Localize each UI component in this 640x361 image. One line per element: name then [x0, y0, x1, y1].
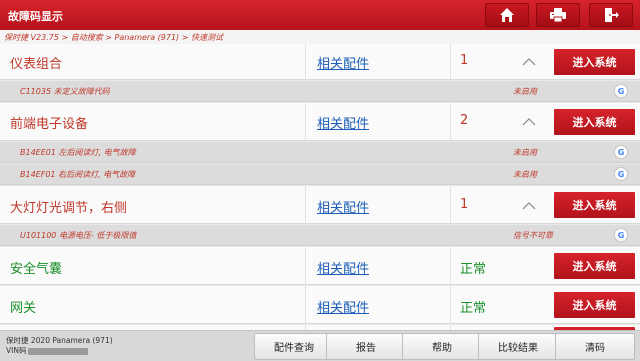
enter-system-button[interactable]: 进入系统 [554, 292, 635, 318]
system-status: 正常 [460, 262, 487, 277]
related-parts-link[interactable]: 相关配件 [317, 53, 369, 72]
enter-system-button[interactable]: 进入系统 [554, 109, 635, 135]
column-divider [450, 186, 451, 224]
column-divider [305, 247, 306, 285]
fault-code-row: B14EF01 右后阅读灯, 电气故障 未启用 G [0, 164, 640, 185]
column-divider [450, 286, 451, 324]
system-row-instrument-cluster: 仪表组合 相关配件 1 进入系统 [0, 44, 640, 80]
system-name: 网关 [10, 301, 37, 316]
column-divider [305, 103, 306, 141]
google-search-icon[interactable]: G [614, 145, 628, 159]
vehicle-info: 保时捷 2020 Panamera (971) VIN码 [6, 336, 113, 356]
home-button[interactable] [485, 3, 529, 27]
column-divider [305, 186, 306, 224]
vin-label: VIN码 [6, 346, 27, 355]
fault-state: 未启用 [513, 87, 537, 96]
system-name: 大灯灯光调节，右侧 [10, 201, 128, 216]
clear-codes-button[interactable]: 清码 [555, 333, 635, 360]
column-divider [450, 44, 451, 80]
system-list[interactable]: 仪表组合 相关配件 1 进入系统 C11035 未定义故障代码 未启用 G 前端… [0, 44, 640, 330]
column-divider [305, 286, 306, 324]
vin-redacted [28, 347, 89, 355]
parts-query-button[interactable]: 配件查询 [254, 333, 334, 360]
fault-code-row: C11035 未定义故障代码 未启用 G [0, 81, 640, 102]
chevron-up-icon[interactable] [522, 117, 536, 127]
system-row-gateway: 网关 相关配件 正常 进入系统 [0, 286, 640, 324]
chevron-up-icon[interactable] [522, 57, 536, 67]
fault-code-row: B14EE01 左后阅读灯, 电气故障 未启用 G [0, 142, 640, 163]
fault-code-row: U101100 电源电压- 低于极限值 信号不可靠 G [0, 225, 640, 246]
printer-icon [550, 8, 566, 23]
fault-code: U101100 电源电压- 低于极限值 [20, 231, 137, 240]
enter-system-button[interactable]: 进入系统 [554, 49, 635, 75]
fault-state: 未启用 [513, 170, 537, 179]
fault-state: 信号不可靠 [513, 231, 553, 240]
exit-icon [605, 8, 619, 22]
column-divider [305, 44, 306, 80]
help-button[interactable]: 帮助 [402, 333, 482, 360]
page-title: 故障码显示 [8, 10, 63, 23]
breadcrumb: 保时捷 V23.75 > 自动搜索 > Panamera (971) > 快速测… [0, 30, 640, 44]
system-row-airbag: 安全气囊 相关配件 正常 进入系统 [0, 247, 640, 285]
print-button[interactable] [536, 3, 580, 27]
fault-count: 1 [460, 53, 469, 68]
fault-count: 2 [460, 113, 469, 128]
chevron-up-icon[interactable] [522, 201, 536, 211]
fault-count: 1 [460, 197, 469, 212]
system-name: 前端电子设备 [10, 117, 89, 132]
exit-button[interactable] [589, 3, 633, 27]
bottom-toolbar: 保时捷 2020 Panamera (971) VIN码 配件查询 报告 帮助 … [0, 330, 640, 361]
google-search-icon[interactable]: G [614, 84, 628, 98]
compare-results-button[interactable]: 比较结果 [478, 333, 558, 360]
system-row-headlight-right: 大灯灯光调节，右侧 相关配件 1 进入系统 [0, 186, 640, 224]
related-parts-link[interactable]: 相关配件 [317, 197, 369, 216]
google-search-icon[interactable]: G [614, 228, 628, 242]
related-parts-link[interactable]: 相关配件 [317, 113, 369, 132]
fault-code: B14EE01 左后阅读灯, 电气故障 [20, 148, 136, 157]
report-button[interactable]: 报告 [326, 333, 406, 360]
system-name: 仪表组合 [10, 57, 63, 72]
fault-state: 未启用 [513, 148, 537, 157]
enter-system-button[interactable]: 进入系统 [554, 192, 635, 218]
fault-code: C11035 未定义故障代码 [20, 87, 110, 96]
system-name: 安全气囊 [10, 262, 63, 277]
fault-code: B14EF01 右后阅读灯, 电气故障 [20, 170, 136, 179]
google-search-icon[interactable]: G [614, 167, 628, 181]
vin-line: VIN码 [6, 346, 113, 356]
column-divider [450, 247, 451, 285]
related-parts-link[interactable]: 相关配件 [317, 258, 369, 277]
home-icon [500, 8, 514, 22]
vehicle-name: 保时捷 2020 Panamera (971) [6, 336, 113, 345]
column-divider [450, 103, 451, 141]
enter-system-button[interactable]: 进入系统 [554, 253, 635, 279]
related-parts-link[interactable]: 相关配件 [317, 297, 369, 316]
system-row-front-electronics: 前端电子设备 相关配件 2 进入系统 [0, 103, 640, 141]
system-status: 正常 [460, 301, 487, 316]
title-bar: 故障码显示 [0, 0, 640, 30]
